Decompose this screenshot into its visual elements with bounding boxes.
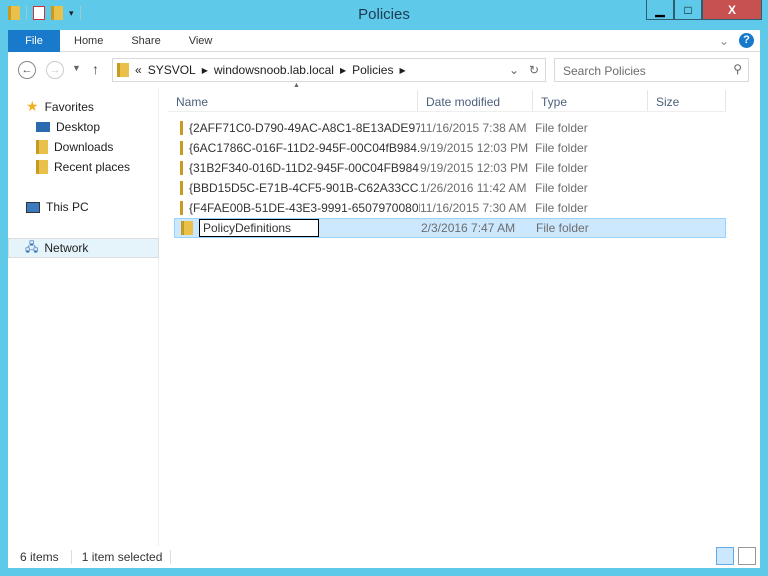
file-date: 9/19/2015 12:03 PM [420, 141, 529, 155]
file-row[interactable]: {31B2F340-016D-11D2-945F-00C04FB984... 9/… [174, 158, 726, 178]
recent-locations-icon[interactable]: ▼ [72, 63, 81, 73]
item-count: 6 items [20, 550, 59, 564]
tab-share[interactable]: Share [117, 30, 174, 52]
back-button[interactable]: ← [18, 61, 36, 79]
selection-count: 1 item selected [70, 550, 172, 564]
folder-icon [117, 63, 129, 77]
column-type[interactable]: Type [533, 90, 648, 111]
sidebar-item-recent-places[interactable]: Recent places [36, 160, 130, 174]
file-type: File folder [535, 181, 588, 195]
file-row[interactable]: {6AC1786C-016F-11D2-945F-00C04fB984... 9/… [174, 138, 726, 158]
label: This PC [46, 200, 89, 214]
sort-ascending-icon: ▲ [293, 82, 300, 89]
label: Downloads [54, 140, 114, 154]
search-icon: ⚲ [733, 62, 742, 76]
details-view-button[interactable] [716, 547, 734, 565]
file-name: {BBD15D5C-E71B-4CF5-901B-C62A33CC... [189, 181, 420, 195]
file-name: {F4FAE00B-51DE-43E3-9991-6507970080B6} [189, 201, 420, 215]
breadcrumb-arrow-icon[interactable]: ▶ [202, 66, 208, 75]
close-button[interactable]: X [702, 0, 762, 20]
large-icons-view-button[interactable] [738, 547, 756, 565]
file-date: 9/19/2015 12:03 PM [420, 161, 529, 175]
breadcrumb-arrow-icon[interactable]: ▶ [399, 66, 405, 75]
file-date: 11/16/2015 7:38 AM [420, 121, 527, 135]
file-type: File folder [535, 161, 588, 175]
title-bar: ▾ Policies ▁ □ X [0, 0, 768, 30]
computer-icon [26, 201, 40, 213]
file-name: {6AC1786C-016F-11D2-945F-00C04fB984... [189, 141, 420, 155]
file-date: 1/26/2016 11:42 AM [420, 181, 527, 195]
overflow-chevron[interactable]: « [135, 63, 142, 77]
navigation-bar: ← → ▼ ↑ « SYSVOL ▶ windowsnoob.lab.local ▶… [8, 58, 760, 84]
explorer-window: File Home Share View ⌄? ← → ▼ ↑ « SYSVOL… [8, 29, 760, 568]
ribbon-tabs: File Home Share View ⌄? [8, 29, 760, 52]
label: Network [44, 241, 89, 255]
sidebar-item-favorites[interactable]: ★ Favorites [26, 98, 94, 115]
column-size[interactable]: Size [648, 90, 726, 111]
recent-places-icon [36, 160, 48, 174]
tab-home[interactable]: Home [60, 30, 117, 52]
file-name: {31B2F340-016D-11D2-945F-00C04FB984... [189, 161, 420, 175]
file-date: 11/16/2015 7:30 AM [420, 201, 527, 215]
breadcrumb-sysvol[interactable]: SYSVOL [148, 63, 196, 77]
network-icon: 🖧 [25, 239, 39, 254]
folder-icon [180, 161, 183, 175]
breadcrumb-arrow-icon[interactable]: ▶ [340, 66, 346, 75]
address-dropdown-icon[interactable]: ⌄ [509, 63, 519, 77]
folder-icon [180, 141, 183, 155]
label: Recent places [54, 160, 131, 174]
column-date-modified[interactable]: Date modified [418, 90, 533, 111]
folder-icon [180, 121, 183, 135]
file-row-selected[interactable]: PolicyDefinitions 2/3/2016 7:47 AM File fo… [174, 218, 726, 238]
status-bar: 6 items 1 item selected [8, 546, 760, 568]
file-row[interactable]: {BBD15D5C-E71B-4CF5-901B-C62A33CC... 1/26… [174, 178, 726, 198]
folder-icon [180, 201, 183, 215]
downloads-icon [36, 140, 48, 154]
file-type: File folder [535, 201, 588, 215]
tab-file[interactable]: File [8, 29, 60, 52]
label: Favorites [44, 99, 94, 114]
search-input[interactable]: Search Policies [554, 58, 749, 82]
expand-ribbon-icon[interactable]: ⌄ [719, 34, 729, 48]
folder-icon [181, 221, 193, 235]
up-button[interactable]: ↑ [92, 61, 99, 77]
maximize-button[interactable]: □ [674, 0, 702, 20]
file-list: ▲ Name Date modified Type Size {2AFF71C0… [160, 82, 760, 546]
help-icon[interactable]: ? [739, 33, 754, 48]
navigation-pane: ★ Favorites Desktop Downloads Recent plac… [8, 88, 159, 546]
tab-view[interactable]: View [175, 30, 227, 52]
column-name[interactable]: Name [168, 90, 418, 111]
file-type: File folder [536, 221, 589, 235]
sidebar-item-desktop[interactable]: Desktop [36, 120, 100, 134]
desktop-icon [36, 122, 50, 132]
file-row[interactable]: {F4FAE00B-51DE-43E3-9991-6507970080B6} 11… [174, 198, 726, 218]
refresh-icon[interactable]: ↻ [529, 63, 539, 77]
label: Desktop [56, 120, 101, 134]
sidebar-item-downloads[interactable]: Downloads [36, 140, 113, 154]
sidebar-item-network[interactable]: 🖧 Network [8, 238, 159, 258]
rename-input[interactable]: PolicyDefinitions [199, 219, 319, 237]
folder-icon [180, 181, 183, 195]
file-type: File folder [535, 121, 588, 135]
star-icon: ★ [26, 98, 39, 114]
column-headers: Name Date modified Type Size [168, 90, 726, 112]
file-row[interactable]: {2AFF71C0-D790-49AC-A8C1-8E13ADE97... 11/… [174, 118, 726, 138]
sidebar-item-this-pc[interactable]: This PC [26, 200, 89, 214]
file-name: {2AFF71C0-D790-49AC-A8C1-8E13ADE97... [189, 121, 420, 135]
file-type: File folder [535, 141, 588, 155]
breadcrumb-policies[interactable]: Policies [352, 63, 393, 77]
minimize-button[interactable]: ▁ [646, 0, 674, 20]
address-bar[interactable]: « SYSVOL ▶ windowsnoob.lab.local ▶ Policie… [112, 58, 546, 82]
forward-button[interactable]: → [46, 61, 64, 79]
breadcrumb-domain[interactable]: windowsnoob.lab.local [214, 63, 334, 77]
file-date: 2/3/2016 7:47 AM [421, 221, 516, 235]
